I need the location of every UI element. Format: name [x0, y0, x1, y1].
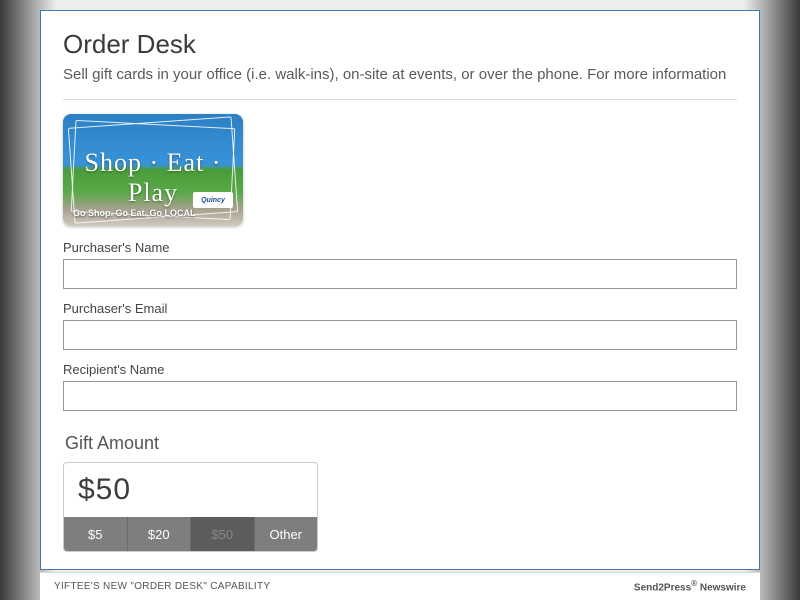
- giftcard-logo: Quincy: [193, 192, 233, 208]
- caption-left: YIFTEE'S NEW "ORDER DESK" CAPABILITY: [54, 581, 270, 592]
- divider: [63, 99, 737, 100]
- app-frame: Order Desk Sell gift cards in your offic…: [40, 10, 760, 570]
- purchaser-email-label: Purchaser's Email: [63, 301, 737, 316]
- gift-amount-box: $50 $5 $20 $50 Other: [63, 462, 318, 552]
- page-subtitle: Sell gift cards in your office (i.e. wal…: [63, 66, 737, 83]
- amount-option-other[interactable]: Other: [255, 517, 318, 551]
- amount-option-50[interactable]: $50: [191, 517, 255, 551]
- content-area: Order Desk Sell gift cards in your offic…: [41, 11, 759, 569]
- gift-amount-display: $50: [64, 463, 317, 517]
- gift-amount-options: $5 $20 $50 Other: [64, 517, 317, 551]
- gift-amount-label: Gift Amount: [65, 433, 737, 454]
- amount-option-5[interactable]: $5: [64, 517, 128, 551]
- recipient-name-label: Recipient's Name: [63, 362, 737, 377]
- giftcard-subtitle: Go Shop. Go Eat. Go LOCAL: [73, 208, 196, 218]
- caption-right: Send2Press® Newswire: [634, 579, 746, 593]
- caption-brand: Send2Press: [634, 583, 691, 594]
- caption-bar: YIFTEE'S NEW "ORDER DESK" CAPABILITY Sen…: [40, 572, 760, 600]
- page-title: Order Desk: [63, 29, 737, 60]
- recipient-name-input[interactable]: [63, 381, 737, 411]
- purchaser-name-input[interactable]: [63, 259, 737, 289]
- caption-suffix: Newswire: [697, 583, 746, 594]
- purchaser-name-label: Purchaser's Name: [63, 240, 737, 255]
- amount-option-20[interactable]: $20: [128, 517, 192, 551]
- purchaser-email-input[interactable]: [63, 320, 737, 350]
- giftcard-preview[interactable]: Shop · Eat · Play Go Shop. Go Eat. Go LO…: [63, 114, 243, 226]
